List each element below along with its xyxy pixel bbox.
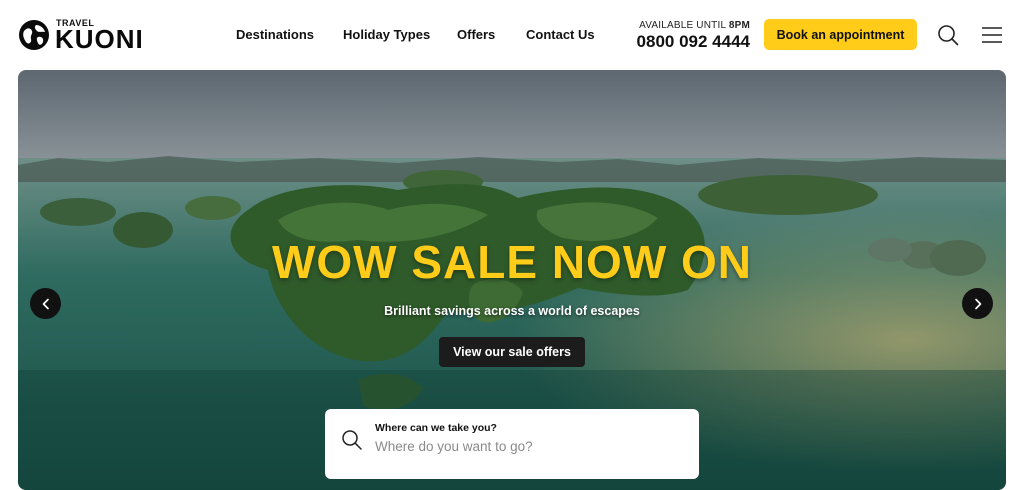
availability-time: 8PM [728, 20, 750, 31]
search-label: Where can we take you? [375, 422, 497, 434]
search-icon [342, 430, 362, 450]
destination-search-panel: Where can we take you? [325, 409, 699, 479]
availability-prefix: AVAILABLE UNTIL [639, 20, 726, 31]
carousel-prev-button[interactable] [30, 288, 61, 319]
logo-brand-text: KUONI [55, 24, 144, 54]
availability-text: AVAILABLE UNTIL 8PM [618, 20, 750, 31]
chevron-right-icon [974, 298, 981, 309]
nav-offers[interactable]: Offers [457, 27, 517, 42]
hero-subtitle: Brilliant savings across a world of esca… [384, 304, 640, 318]
menu-icon[interactable] [981, 24, 1003, 46]
search-icon[interactable] [937, 24, 959, 46]
nav-holiday-types[interactable]: Holiday Types [343, 27, 443, 42]
carousel-next-button[interactable] [962, 288, 993, 319]
book-appointment-button[interactable]: Book an appointment [764, 19, 917, 50]
site-header: TRAVEL KUONI Destinations Holiday Types … [0, 0, 1024, 70]
globe-icon [19, 20, 49, 50]
contact-block: AVAILABLE UNTIL 8PM 0800 092 4444 [618, 20, 750, 52]
hero-title: WOW SALE NOW ON [271, 236, 753, 288]
chevron-left-icon [42, 298, 49, 309]
phone-number[interactable]: 0800 092 4444 [618, 32, 750, 52]
destination-search-input[interactable] [375, 436, 675, 456]
kuoni-logo[interactable]: TRAVEL KUONI [18, 17, 188, 53]
nav-contact-us[interactable]: Contact Us [526, 27, 616, 42]
view-sale-offers-button[interactable]: View our sale offers [439, 337, 585, 367]
hero-banner: WOW SALE NOW ON Brilliant savings across… [18, 70, 1006, 490]
nav-destinations[interactable]: Destinations [236, 27, 314, 42]
